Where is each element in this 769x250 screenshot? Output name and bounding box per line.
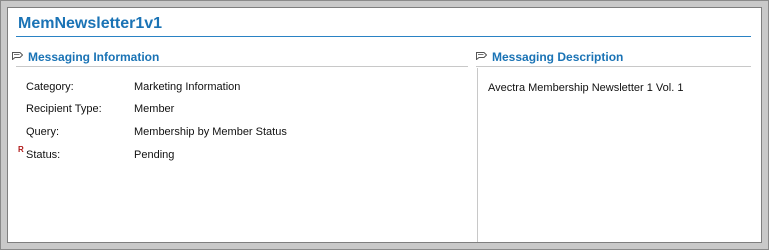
title-underline <box>16 36 751 37</box>
field-value: Marketing Information <box>134 81 241 93</box>
field-label: Category: <box>26 81 74 93</box>
messaging-description-text: Avectra Membership Newsletter 1 Vol. 1 <box>488 82 684 94</box>
field-value: Membership by Member Status <box>134 126 287 138</box>
field-value: Member <box>134 103 175 115</box>
section-title: Messaging Description <box>492 50 624 64</box>
field-label: Query: <box>26 126 60 138</box>
field-value: Pending <box>134 149 175 161</box>
section-divider <box>16 66 468 67</box>
column-divider <box>477 68 478 242</box>
field-label: Recipient Type: <box>26 103 102 115</box>
window-frame: MemNewsletter1v1 Messaging Information M… <box>0 0 769 250</box>
field-label: Status: <box>26 149 61 161</box>
page-title: MemNewsletter1v1 <box>18 15 163 32</box>
required-marker: R <box>18 145 24 154</box>
content-panel: MemNewsletter1v1 Messaging Information M… <box>7 7 762 243</box>
note-icon <box>12 52 23 60</box>
section-divider <box>476 66 751 67</box>
note-icon <box>476 52 487 60</box>
section-title: Messaging Information <box>28 50 160 64</box>
